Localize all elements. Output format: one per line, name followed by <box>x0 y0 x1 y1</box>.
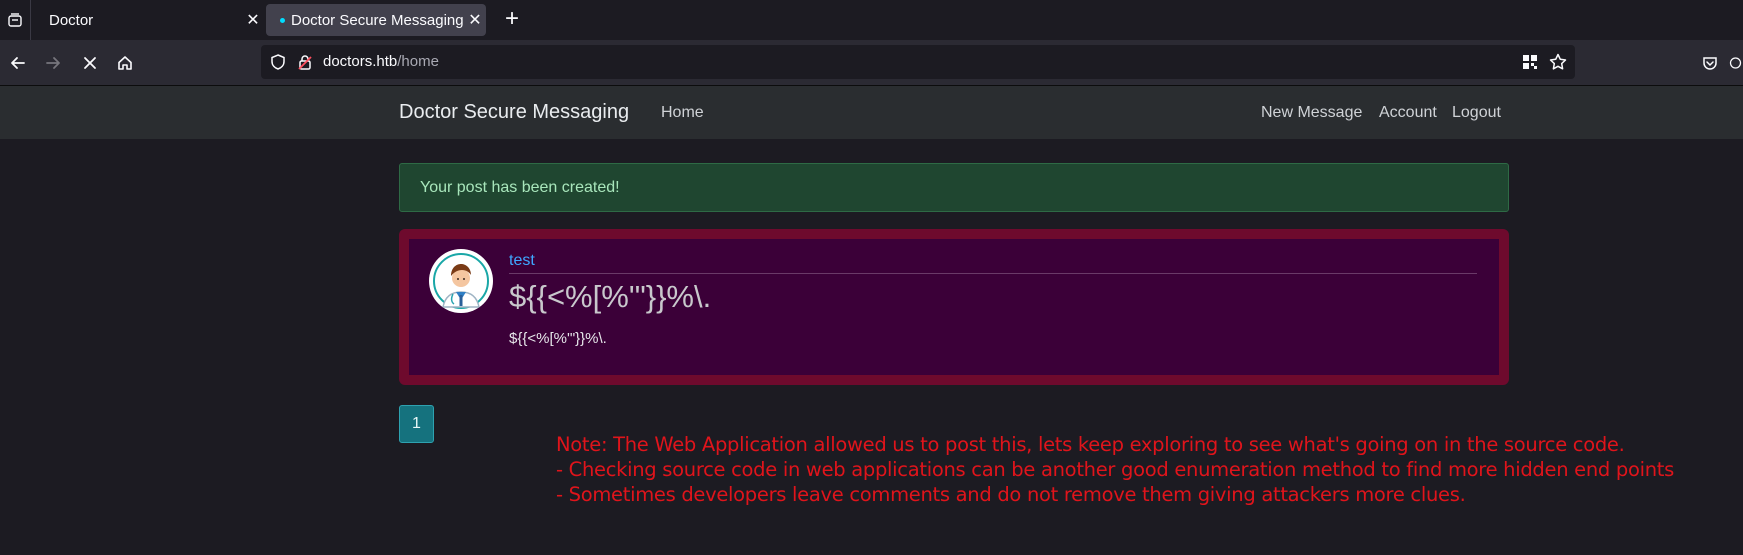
url-text[interactable]: doctors.htb/home <box>323 45 439 79</box>
site-navbar: Doctor Secure Messaging Home New Message… <box>0 86 1743 139</box>
post-body: ${{<%[%'"}}%\. <box>509 330 607 347</box>
post-title[interactable]: ${{<%[%'"}}%\. <box>509 279 711 315</box>
home-icon[interactable] <box>110 48 140 78</box>
new-tab-button[interactable]: + <box>498 6 526 34</box>
insecure-lock-icon[interactable] <box>296 53 314 76</box>
bookmark-star-icon[interactable] <box>1548 52 1568 77</box>
site-brand[interactable]: Doctor Secure Messaging <box>399 86 629 139</box>
nav-link-home[interactable]: Home <box>661 86 704 139</box>
browser-tab-doctor-secure-messaging[interactable]: Doctor Secure Messaging ✕ <box>266 4 486 36</box>
post-divider <box>509 273 1477 274</box>
browser-nav-bar: doctors.htb/home <box>0 40 1743 86</box>
note-line: - Sometimes developers leave comments an… <box>556 483 1466 506</box>
alert-text: Your post has been created! <box>420 179 620 196</box>
browser-tab-doctor[interactable]: Doctor ✕ <box>36 4 264 36</box>
tab-list-icon[interactable] <box>0 0 31 40</box>
success-alert: Your post has been created! <box>399 163 1509 212</box>
url-host: doctors.htb <box>323 53 398 70</box>
nav-link-logout[interactable]: Logout <box>1452 86 1501 139</box>
browser-tab-bar: Doctor ✕ Doctor Secure Messaging ✕ + <box>0 0 1743 40</box>
forward-arrow-icon[interactable] <box>38 48 68 78</box>
tab-label: Doctor <box>49 11 94 29</box>
shield-icon[interactable] <box>269 53 287 76</box>
doctor-avatar <box>429 249 493 313</box>
note-line: Note: The Web Application allowed us to … <box>556 433 1625 456</box>
loading-dot-icon <box>280 17 285 23</box>
annotation-note: Note: The Web Application allowed us to … <box>556 432 1736 507</box>
close-tab-icon[interactable]: ✕ <box>242 10 264 30</box>
extensions-icon[interactable] <box>1728 48 1743 78</box>
post-card: test ${{<%[%'"}}%\. ${{<%[%'"}}%\. <box>399 229 1509 385</box>
post-author-link[interactable]: test <box>509 252 535 270</box>
address-bar[interactable]: doctors.htb/home <box>261 45 1575 79</box>
qr-code-icon[interactable] <box>1521 53 1539 76</box>
post-content: test ${{<%[%'"}}%\. ${{<%[%'"}}%\. <box>409 239 1499 375</box>
back-arrow-icon[interactable] <box>3 48 33 78</box>
tab-label: Doctor Secure Messaging <box>291 11 464 29</box>
note-line: - Checking source code in web applicatio… <box>556 458 1674 481</box>
close-tab-icon[interactable]: ✕ <box>464 10 486 30</box>
nav-link-new-message[interactable]: New Message <box>1261 86 1362 139</box>
pocket-icon[interactable] <box>1695 48 1725 78</box>
pagination-page-1[interactable]: 1 <box>399 405 434 443</box>
nav-link-account[interactable]: Account <box>1379 86 1437 139</box>
stop-loading-icon[interactable] <box>75 48 105 78</box>
url-path: /home <box>397 53 439 70</box>
